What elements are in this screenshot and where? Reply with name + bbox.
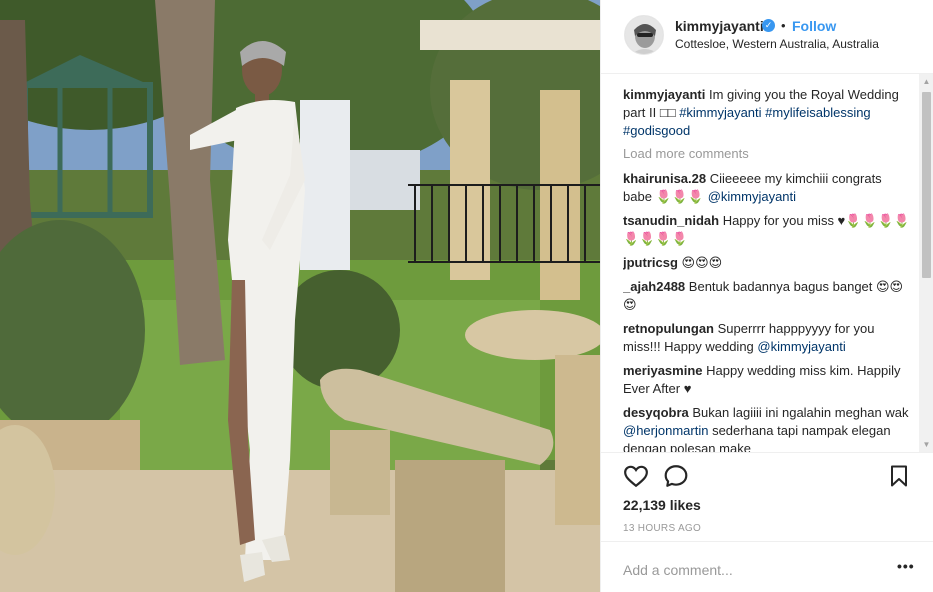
location-link[interactable]: Cottesloe, Western Australia, Australia xyxy=(675,37,879,51)
more-options-button[interactable]: ••• xyxy=(897,558,915,574)
caption-username[interactable]: kimmyjayanti xyxy=(623,87,705,102)
comment-username[interactable]: tsanudin_nidah xyxy=(623,213,719,228)
photo-illustration xyxy=(0,0,600,592)
comment-username[interactable]: khairunisa.28 xyxy=(623,171,706,186)
comment-item: jputricsg 😍😍😍 xyxy=(623,254,913,272)
comment-text: Bukan lagiiii ini ngalahin meghan wak xyxy=(692,405,909,420)
caption: kimmyjayanti Im giving you the Royal Wed… xyxy=(623,86,913,140)
comment-item: _ajah2488 Bentuk badannya bagus banget 😍… xyxy=(623,278,913,314)
add-comment-input[interactable]: Add a comment... xyxy=(623,562,733,578)
post-photo[interactable] xyxy=(0,0,600,592)
avatar[interactable] xyxy=(624,15,664,55)
comments-list[interactable]: kimmyjayanti Im giving you the Royal Wed… xyxy=(623,86,913,452)
comment-username[interactable]: _ajah2488 xyxy=(623,279,685,294)
comments-scrollbar[interactable]: ▲ ▼ xyxy=(919,74,933,452)
comment-mention[interactable]: @herjonmartin xyxy=(623,423,708,438)
comment-username[interactable]: retnopulungan xyxy=(623,321,714,336)
bookmark-icon xyxy=(891,465,907,487)
hashtag-kimmyjayanti[interactable]: #kimmyjayanti xyxy=(679,105,761,120)
comment-text: 😍😍😍 xyxy=(681,255,723,270)
comment-button[interactable] xyxy=(663,463,691,491)
comment-item: meriyasmine Happy wedding miss kim. Happ… xyxy=(623,362,913,398)
hashtag-godisgood[interactable]: #godisgood xyxy=(623,123,690,138)
header-separator: • xyxy=(781,18,786,33)
like-button[interactable] xyxy=(623,463,651,491)
post-actions: 22,139 likes 13 HOURS AGO Add a comment.… xyxy=(601,452,933,590)
add-comment-bar: Add a comment... ••• xyxy=(601,541,933,589)
instagram-post-view: kimmyjayanti ✓ • Follow Cottesloe, Weste… xyxy=(0,0,933,592)
likes-count[interactable]: 22,139 likes xyxy=(623,497,701,513)
post-header: kimmyjayanti ✓ • Follow Cottesloe, Weste… xyxy=(601,0,933,74)
post-details-panel: kimmyjayanti ✓ • Follow Cottesloe, Weste… xyxy=(600,0,933,592)
comment-item: khairunisa.28 Ciieeeee my kimchiii congr… xyxy=(623,170,913,206)
header-username[interactable]: kimmyjayanti xyxy=(675,18,764,34)
load-more-comments-button[interactable]: Load more comments xyxy=(623,146,913,161)
comment-mention[interactable]: @kimmyjayanti xyxy=(708,189,796,204)
scroll-up-arrow-icon[interactable]: ▲ xyxy=(919,74,933,89)
scroll-down-arrow-icon[interactable]: ▼ xyxy=(919,437,933,452)
avatar-image xyxy=(625,16,663,54)
comment-username[interactable]: desyqobra xyxy=(623,405,689,420)
comment-item: desyqobra Bukan lagiiii ini ngalahin meg… xyxy=(623,404,913,452)
verified-badge-icon: ✓ xyxy=(762,19,775,32)
comment-icon xyxy=(664,465,688,487)
follow-button[interactable]: Follow xyxy=(792,18,836,34)
scrollbar-thumb[interactable] xyxy=(922,92,931,278)
comment-username[interactable]: jputricsg xyxy=(623,255,678,270)
save-button[interactable] xyxy=(887,463,915,491)
heart-icon xyxy=(624,465,648,488)
comment-mention[interactable]: @kimmyjayanti xyxy=(757,339,845,354)
comment-username[interactable]: meriyasmine xyxy=(623,363,703,378)
comment-item: retnopulungan Superrrr happpyyyy for you… xyxy=(623,320,913,356)
comment-item: tsanudin_nidah Happy for you miss ♥🌷🌷🌷🌷🌷… xyxy=(623,212,913,248)
hashtag-mylifeisablessing[interactable]: #mylifeisablessing xyxy=(765,105,871,120)
post-timestamp[interactable]: 13 HOURS AGO xyxy=(623,523,701,534)
